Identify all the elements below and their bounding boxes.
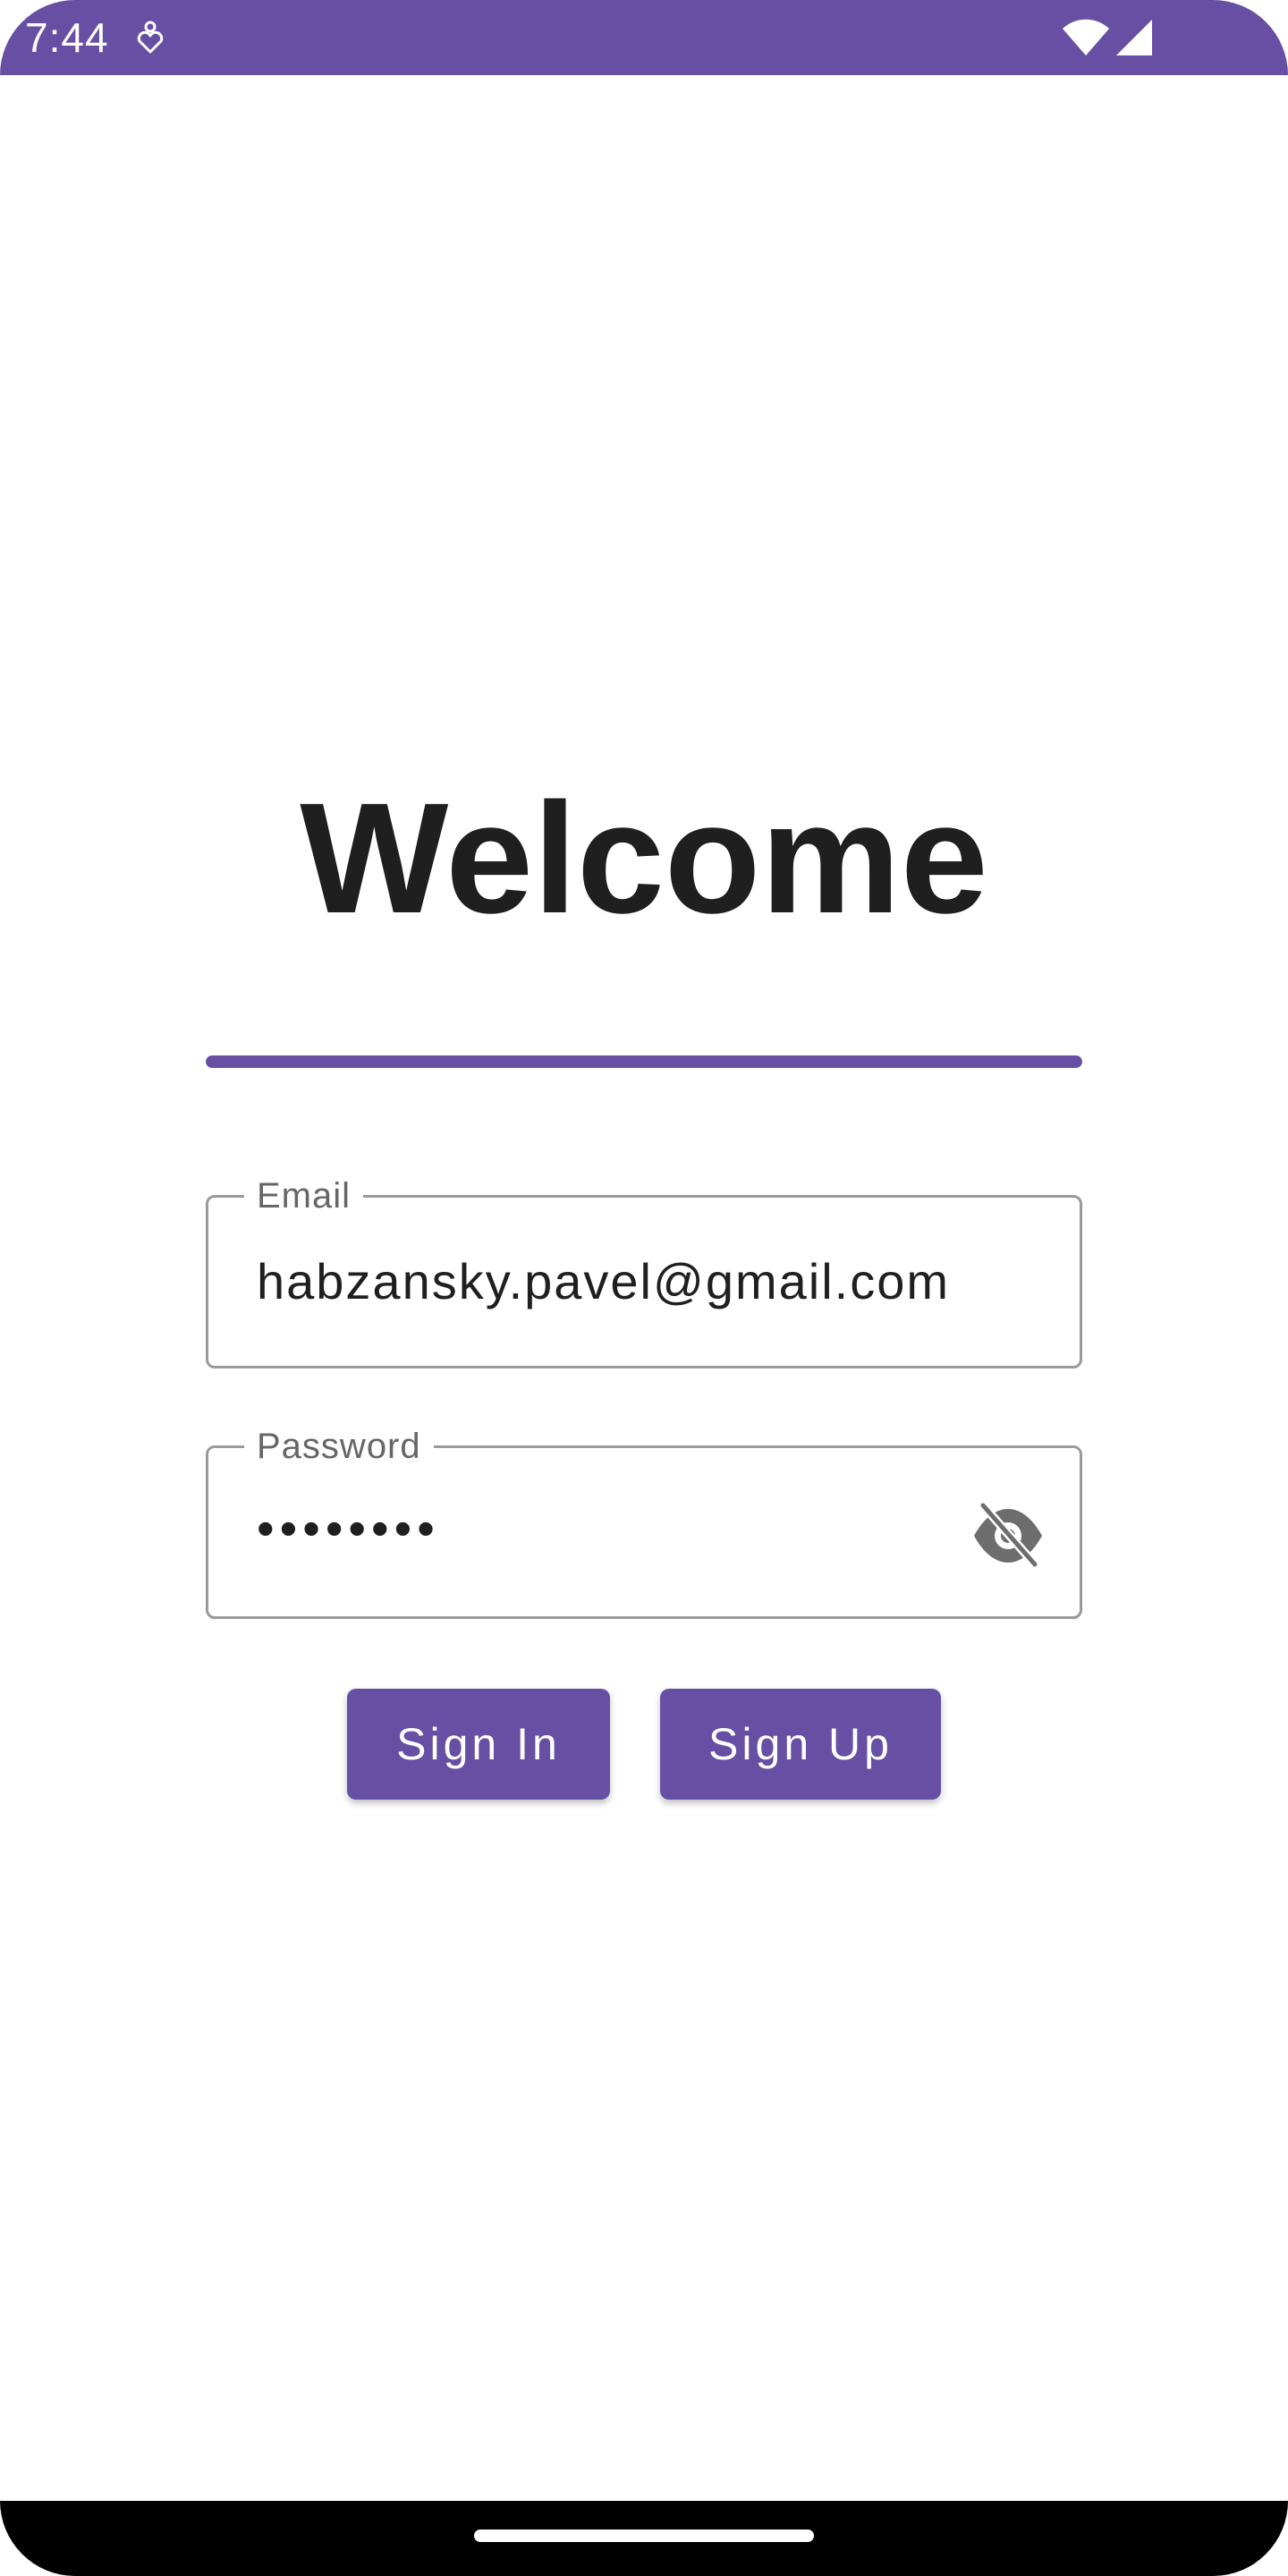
password-field[interactable]: Password •••••••• bbox=[206, 1425, 1082, 1619]
sign-up-button[interactable]: Sign Up bbox=[660, 1689, 941, 1800]
progress-bar-fill bbox=[206, 1055, 1082, 1068]
email-field[interactable]: Email habzansky.pavel@gmail.com bbox=[206, 1174, 1082, 1368]
notification-icon bbox=[137, 21, 164, 54]
status-bar: 7:44 bbox=[0, 0, 1288, 75]
wifi-icon bbox=[1063, 19, 1109, 55]
progress-bar bbox=[206, 1055, 1082, 1068]
home-gesture-handle[interactable] bbox=[474, 2529, 814, 2542]
navigation-bar bbox=[0, 2501, 1288, 2576]
password-field-label: Password bbox=[244, 1425, 434, 1468]
page-title: Welcome bbox=[300, 771, 988, 946]
status-time: 7:44 bbox=[25, 14, 109, 61]
sign-in-button[interactable]: Sign In bbox=[347, 1689, 610, 1800]
email-field-label: Email bbox=[244, 1174, 364, 1217]
cellular-signal-icon bbox=[1116, 20, 1152, 55]
email-field-value[interactable]: habzansky.pavel@gmail.com bbox=[257, 1251, 950, 1312]
password-field-value[interactable]: •••••••• bbox=[257, 1498, 440, 1559]
visibility-off-icon[interactable] bbox=[970, 1500, 1046, 1568]
